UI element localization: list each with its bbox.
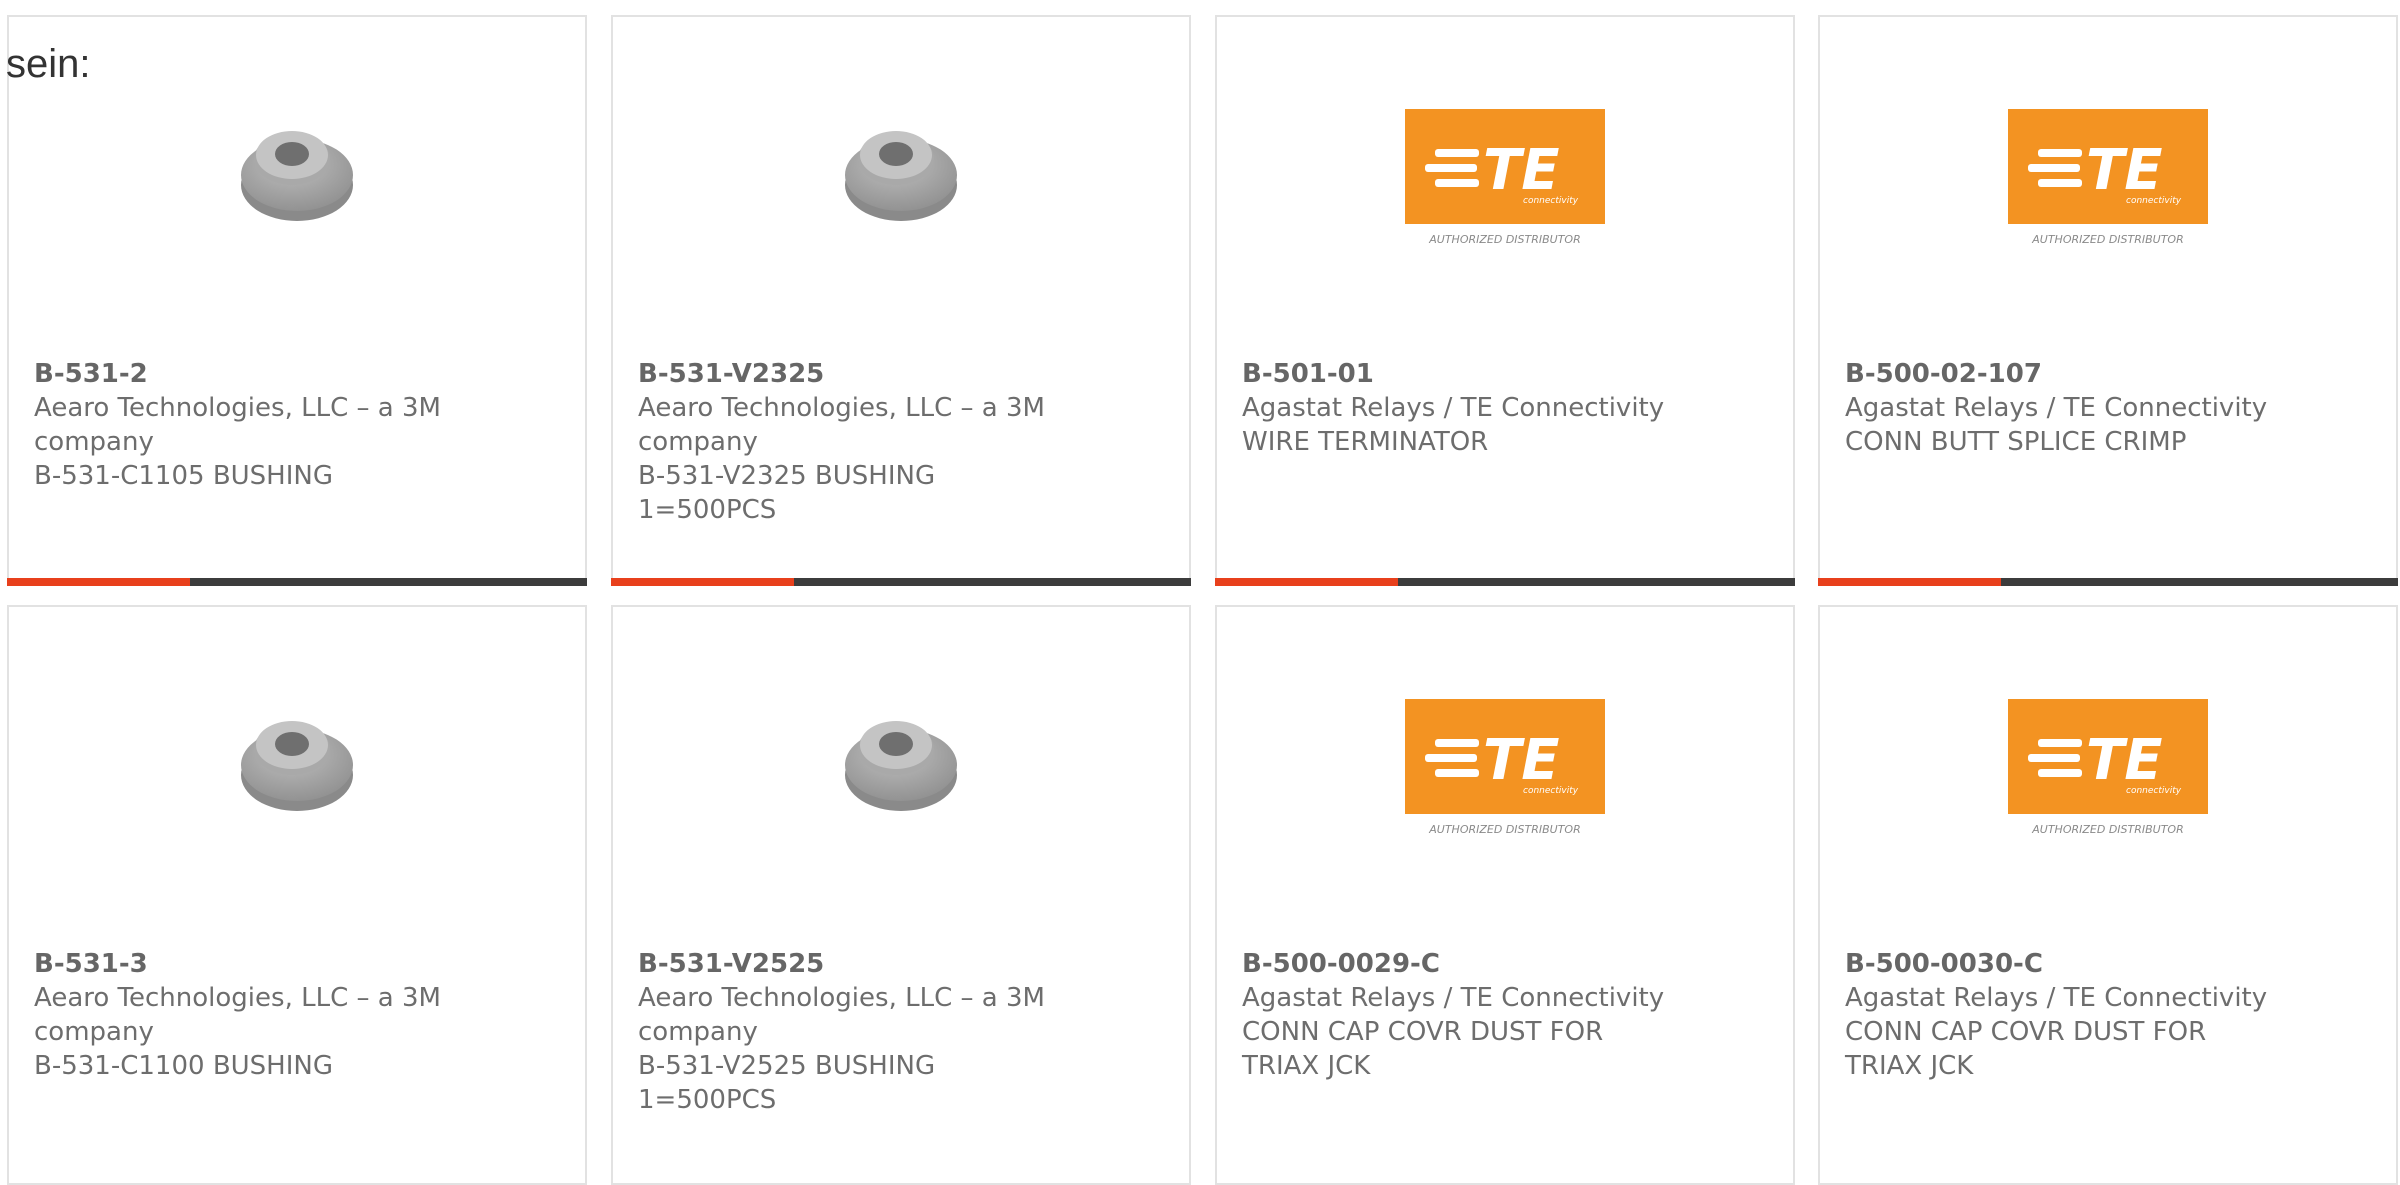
description: CONN BUTT SPLICE CRIMP: [1845, 427, 2187, 457]
description: CONN CAP COVR DUST FOR: [1845, 1017, 2207, 1047]
te-logo-text: TE: [1483, 728, 1559, 793]
part-number[interactable]: B-500-02-107: [1845, 357, 2285, 391]
product-info: B-531-V2325 Aearo Technologies, LLC – a …: [638, 357, 1078, 527]
manufacturer: Agastat Relays / TE Connectivity: [1845, 393, 2268, 423]
te-logo-sub: connectivity: [1523, 786, 1579, 796]
part-number[interactable]: B-500-0029-C: [1242, 947, 1682, 981]
product-info: B-500-0030-C Agastat Relays / TE Connect…: [1845, 947, 2285, 1083]
product-card[interactable]: B-531-2 Aearo Technologies, LLC – a 3M c…: [7, 15, 587, 586]
manufacturer: Agastat Relays / TE Connectivity: [1845, 983, 2268, 1013]
te-logo-text: TE: [2086, 728, 2162, 793]
card-accent: [611, 578, 794, 586]
product-image-bushing[interactable]: [9, 699, 585, 875]
description: B-531-V2525 BUSHING: [638, 1051, 936, 1081]
part-number[interactable]: B-500-0030-C: [1845, 947, 2285, 981]
te-logo-caption: AUTHORIZED DISTRIBUTOR: [1428, 823, 1581, 836]
manufacturer: Aearo Technologies, LLC – a 3M: [34, 393, 441, 423]
manufacturer-cont: company: [638, 1017, 758, 1047]
description: B-531-C1100 BUSHING: [34, 1051, 333, 1081]
product-info: B-500-02-107 Agastat Relays / TE Connect…: [1845, 357, 2285, 459]
description: WIRE TERMINATOR: [1242, 427, 1489, 457]
product-info: B-500-0029-C Agastat Relays / TE Connect…: [1242, 947, 1682, 1083]
product-info: B-531-V2525 Aearo Technologies, LLC – a …: [638, 947, 1078, 1117]
description-cont: 1=500PCS: [638, 495, 777, 525]
te-logo-sub: connectivity: [1523, 196, 1579, 206]
card-bottom-bar: [7, 578, 587, 586]
product-image-te-logo[interactable]: TE connectivity AUTHORIZED DISTRIBUTOR: [1217, 699, 1793, 875]
product-info: B-501-01 Agastat Relays / TE Connectivit…: [1242, 357, 1682, 459]
product-card[interactable]: B-531-V2525 Aearo Technologies, LLC – a …: [611, 605, 1191, 1185]
manufacturer: Aearo Technologies, LLC – a 3M: [638, 393, 1045, 423]
part-number[interactable]: B-531-2: [34, 357, 474, 391]
product-card[interactable]: B-531-3 Aearo Technologies, LLC – a 3M c…: [7, 605, 587, 1185]
product-image-bushing[interactable]: [9, 109, 585, 285]
product-info: B-531-3 Aearo Technologies, LLC – a 3M c…: [34, 947, 474, 1083]
te-logo-text: TE: [2086, 138, 2162, 203]
product-image-te-logo[interactable]: TE connectivity AUTHORIZED DISTRIBUTOR: [1217, 109, 1793, 285]
description: B-531-C1105 BUSHING: [34, 461, 333, 491]
manufacturer-cont: company: [34, 1017, 154, 1047]
product-card[interactable]: TE connectivity AUTHORIZED DISTRIBUTOR B…: [1215, 15, 1795, 586]
card-bottom-bar: [1818, 578, 2398, 586]
part-number[interactable]: B-531-V2525: [638, 947, 1078, 981]
manufacturer: Agastat Relays / TE Connectivity: [1242, 983, 1665, 1013]
description: B-531-V2325 BUSHING: [638, 461, 936, 491]
te-logo-text: TE: [1483, 138, 1559, 203]
manufacturer-cont: company: [34, 427, 154, 457]
manufacturer: Agastat Relays / TE Connectivity: [1242, 393, 1665, 423]
product-info: B-531-2 Aearo Technologies, LLC – a 3M c…: [34, 357, 474, 493]
product-card[interactable]: TE connectivity AUTHORIZED DISTRIBUTOR B…: [1818, 15, 2398, 586]
manufacturer-cont: company: [638, 427, 758, 457]
card-accent: [7, 578, 190, 586]
part-number[interactable]: B-531-V2325: [638, 357, 1078, 391]
part-number[interactable]: B-501-01: [1242, 357, 1682, 391]
part-number[interactable]: B-531-3: [34, 947, 474, 981]
manufacturer: Aearo Technologies, LLC – a 3M: [638, 983, 1045, 1013]
manufacturer: Aearo Technologies, LLC – a 3M: [34, 983, 441, 1013]
te-logo-caption: AUTHORIZED DISTRIBUTOR: [2031, 823, 2184, 836]
product-grid: B-531-2 Aearo Technologies, LLC – a 3M c…: [0, 0, 2400, 1185]
description: CONN CAP COVR DUST FOR: [1242, 1017, 1604, 1047]
te-logo-caption: AUTHORIZED DISTRIBUTOR: [1428, 233, 1581, 246]
card-accent: [1215, 578, 1398, 586]
product-card[interactable]: B-531-V2325 Aearo Technologies, LLC – a …: [611, 15, 1191, 586]
card-bottom-bar: [611, 578, 1191, 586]
te-logo-sub: connectivity: [2126, 786, 2182, 796]
te-logo-caption: AUTHORIZED DISTRIBUTOR: [2031, 233, 2184, 246]
description-cont: 1=500PCS: [638, 1085, 777, 1115]
description-cont: TRIAX JCK: [1845, 1051, 1974, 1081]
product-image-te-logo[interactable]: TE connectivity AUTHORIZED DISTRIBUTOR: [1820, 699, 2396, 875]
product-card[interactable]: TE connectivity AUTHORIZED DISTRIBUTOR B…: [1818, 605, 2398, 1185]
card-bottom-bar: [1215, 578, 1795, 586]
te-logo-sub: connectivity: [2126, 196, 2182, 206]
description-cont: TRIAX JCK: [1242, 1051, 1371, 1081]
card-accent: [1818, 578, 2001, 586]
product-card[interactable]: TE connectivity AUTHORIZED DISTRIBUTOR B…: [1215, 605, 1795, 1185]
product-image-bushing[interactable]: [613, 109, 1189, 285]
product-image-te-logo[interactable]: TE connectivity AUTHORIZED DISTRIBUTOR: [1820, 109, 2396, 285]
product-image-bushing[interactable]: [613, 699, 1189, 875]
intro-text: sein:: [6, 42, 91, 86]
